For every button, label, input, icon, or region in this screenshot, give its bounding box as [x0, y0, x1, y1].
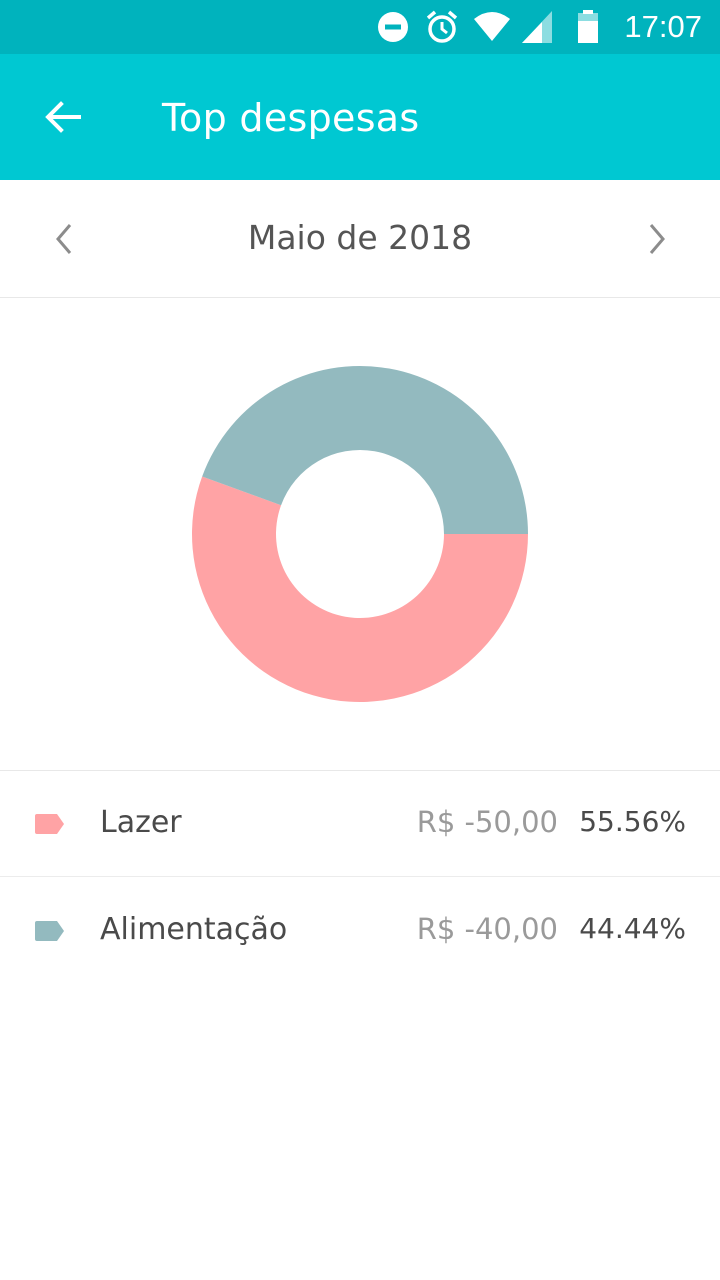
- month-selector: Maio de 2018: [0, 180, 720, 298]
- month-label: Maio de 2018: [247, 218, 473, 257]
- legend-percentage: 55.56%: [579, 805, 686, 838]
- app-bar: Top despesas: [0, 54, 720, 180]
- legend-category-name: Lazer: [100, 805, 182, 840]
- tag-icon: [35, 814, 64, 834]
- expense-donut-chart: [192, 365, 529, 702]
- status-bar: 17:07: [0, 0, 720, 54]
- legend-category-name: Alimentação: [100, 912, 288, 947]
- chart-area: [0, 298, 720, 771]
- arrow-left-icon: [45, 101, 81, 133]
- status-time: 17:07: [624, 9, 702, 44]
- page-title: Top despesas: [162, 96, 420, 140]
- next-month-button[interactable]: [627, 209, 687, 269]
- legend-percentage: 44.44%: [579, 912, 686, 945]
- alarm-icon: [426, 10, 458, 43]
- legend-amount: R$ -50,00: [416, 805, 558, 839]
- do-not-disturb-icon: [378, 12, 408, 42]
- chevron-right-icon: [649, 224, 665, 254]
- legend-row-lazer[interactable]: Lazer R$ -50,00 55.56%: [0, 771, 720, 877]
- wifi-icon: [474, 12, 510, 41]
- legend-amount: R$ -40,00: [416, 912, 558, 946]
- battery-icon: [578, 10, 598, 43]
- legend-row-alimentacao[interactable]: Alimentação R$ -40,00 44.44%: [0, 878, 720, 984]
- tag-icon: [35, 921, 64, 941]
- signal-icon: [522, 11, 552, 43]
- back-button[interactable]: [26, 80, 100, 154]
